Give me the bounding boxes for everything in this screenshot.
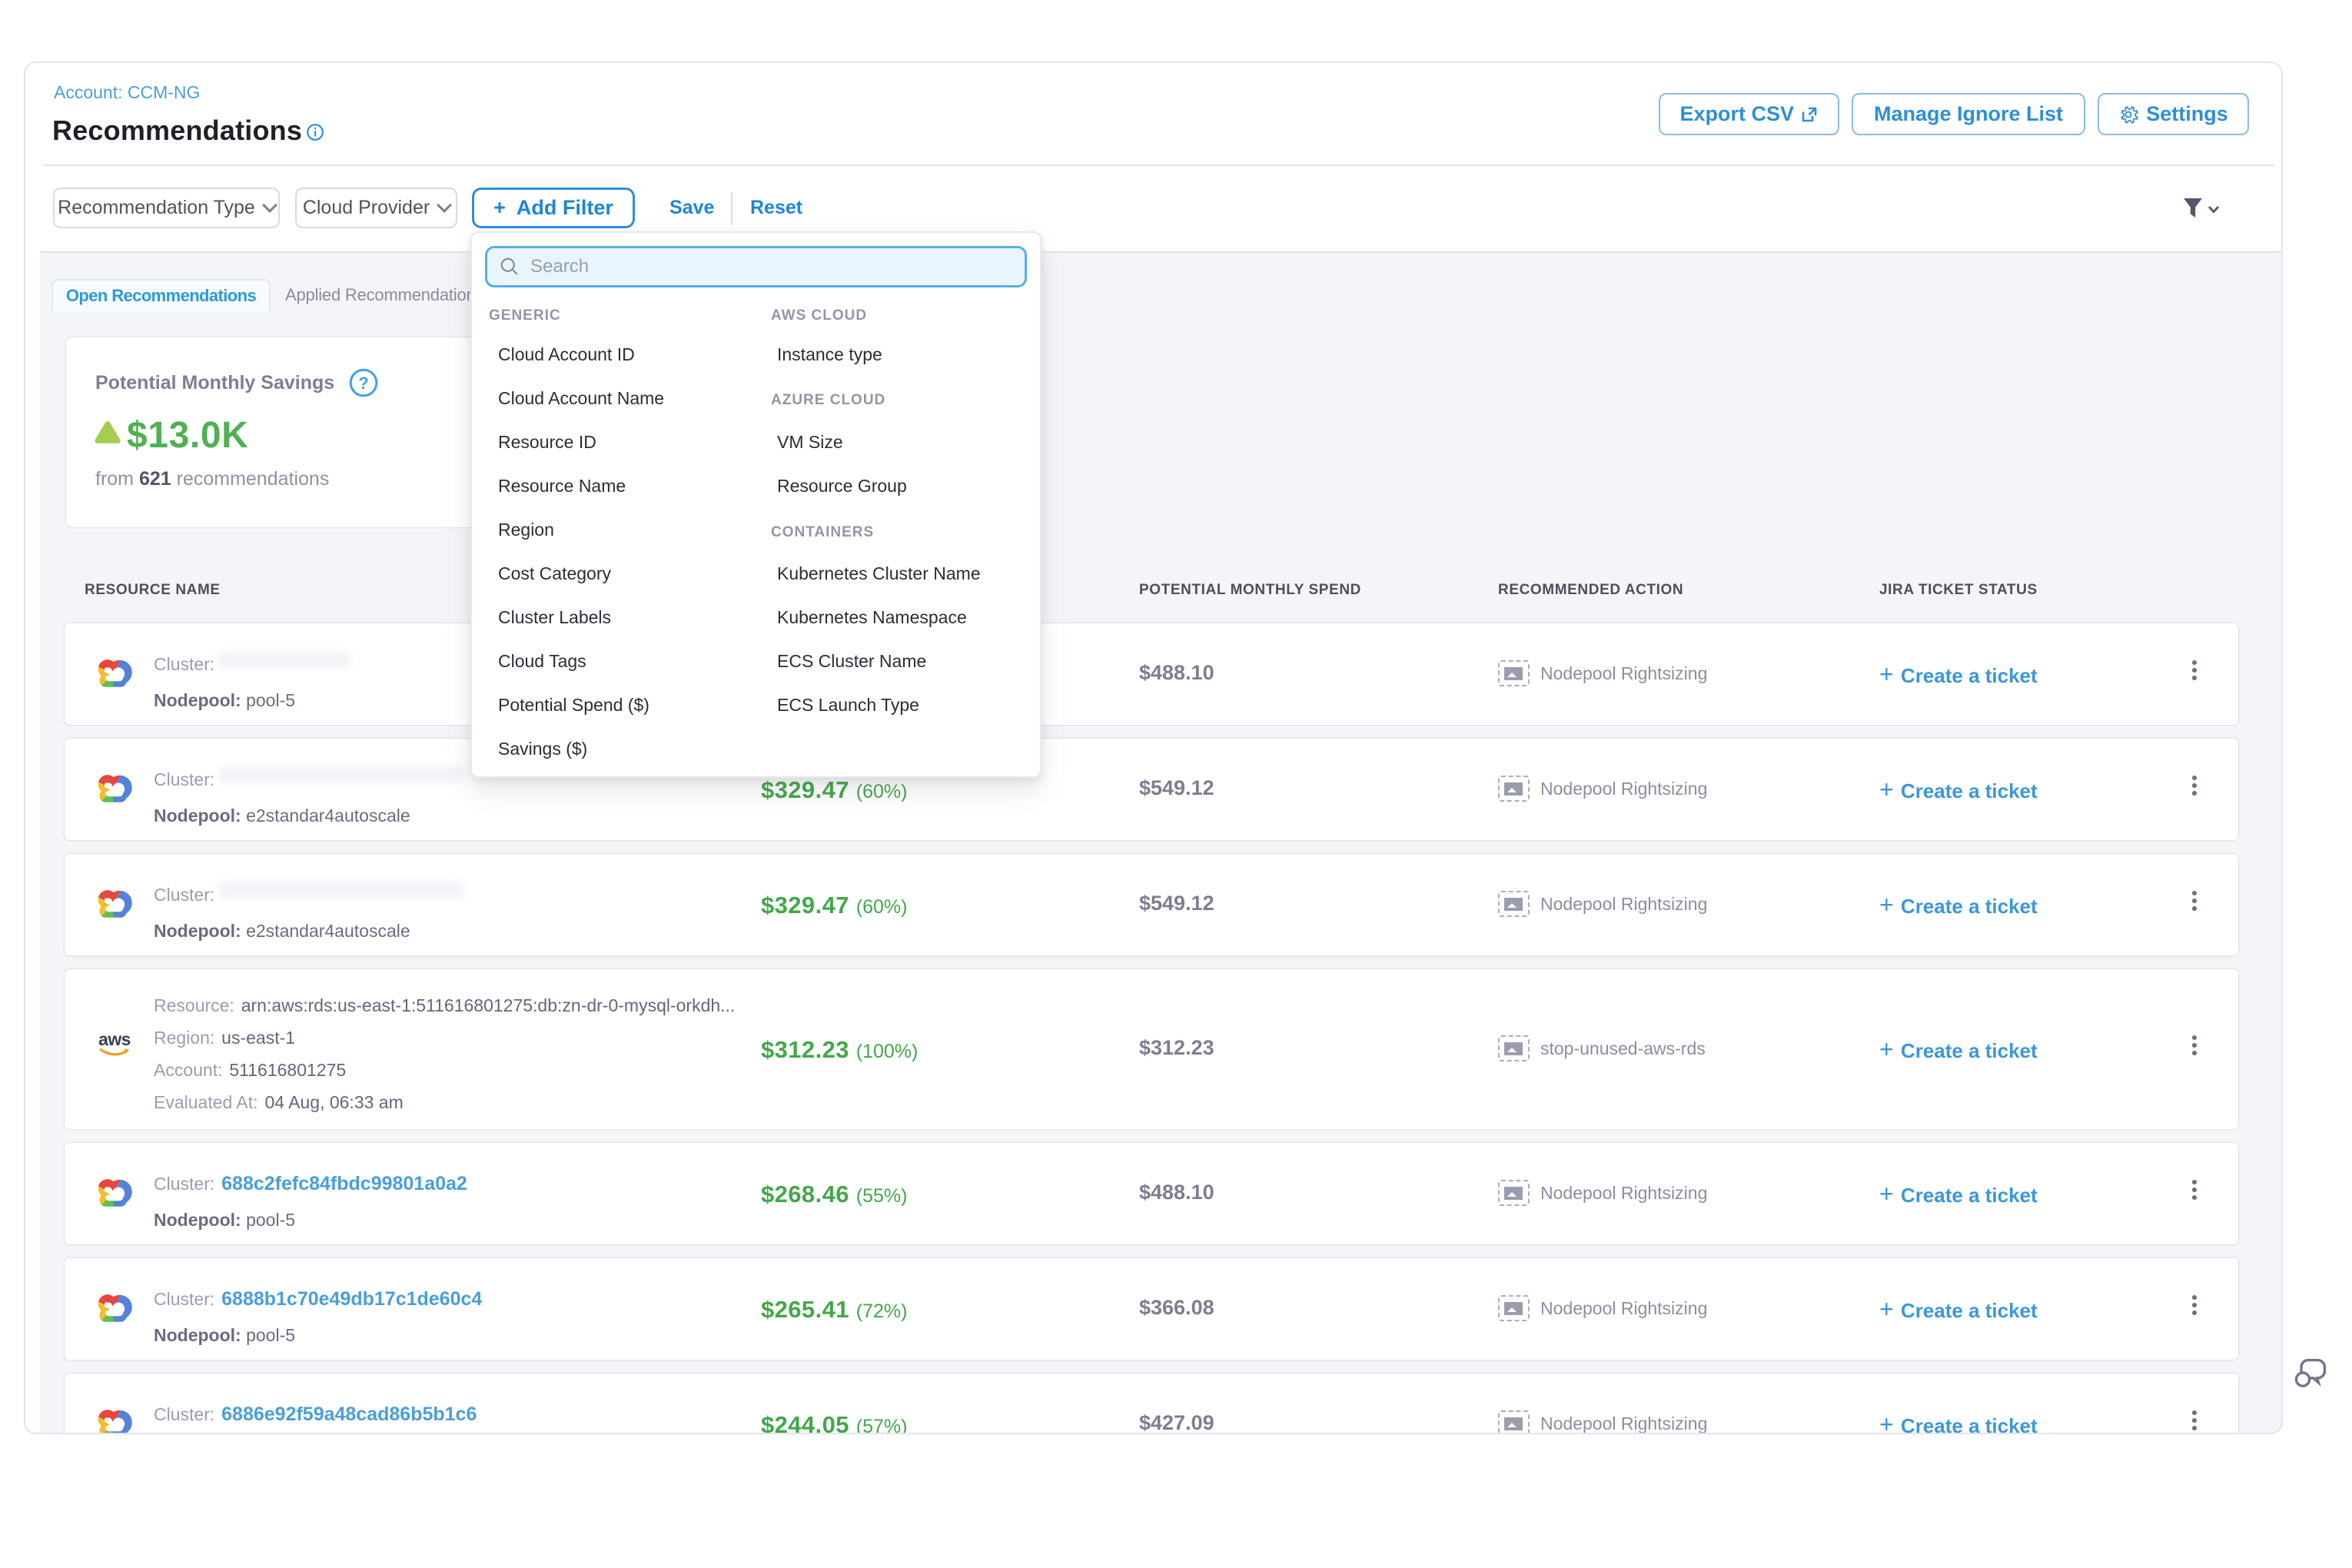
svg-text:?: ? [358, 374, 368, 393]
